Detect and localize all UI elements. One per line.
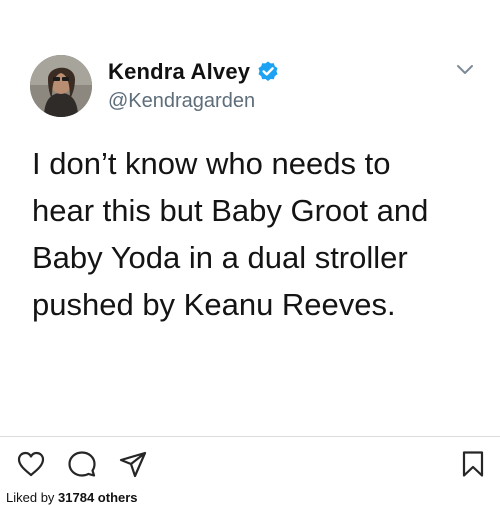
likes-summary[interactable]: Liked by 31784 others (6, 490, 138, 505)
likes-count[interactable]: 31784 others (58, 490, 138, 505)
share-icon[interactable] (118, 449, 148, 479)
chevron-down-icon[interactable] (454, 58, 476, 80)
tweet-line: Baby Yoda in a dual stroller (32, 240, 408, 275)
comment-icon[interactable] (67, 449, 97, 479)
likes-prefix: Liked by (6, 490, 55, 505)
tweet-line: pushed by Keanu Reeves. (32, 287, 396, 322)
verified-badge-icon (256, 60, 280, 84)
action-bar (0, 437, 500, 489)
handle[interactable]: @Kendragarden (108, 90, 280, 113)
author-block: Kendra Alvey @Kendragarden (108, 58, 280, 113)
tweet-text: I don’t know who needs to hear this but … (32, 140, 487, 328)
tweet-line: I don’t know who needs to (32, 146, 391, 181)
tweet-line: hear this but Baby Groot and (32, 193, 429, 228)
display-name[interactable]: Kendra Alvey (108, 59, 250, 85)
avatar[interactable] (30, 55, 92, 117)
tweet-card: Kendra Alvey @Kendragarden I don’t know … (0, 0, 500, 436)
bookmark-icon[interactable] (458, 449, 488, 479)
heart-icon[interactable] (16, 449, 46, 479)
name-row: Kendra Alvey (108, 58, 280, 86)
